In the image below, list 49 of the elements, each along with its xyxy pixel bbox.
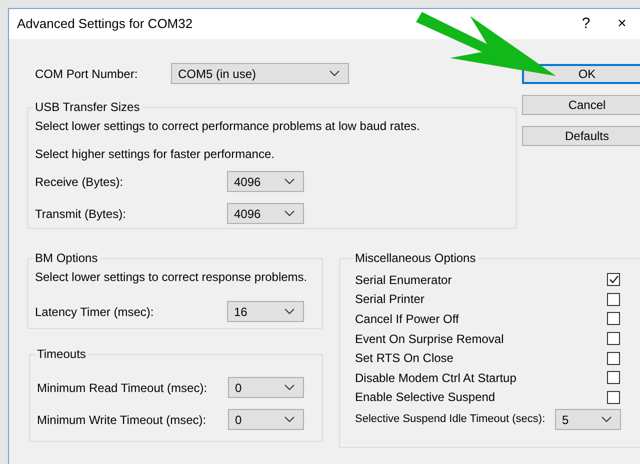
checkbox[interactable] [607, 292, 620, 306]
group-title: Timeouts [36, 346, 87, 363]
checkbox[interactable] [607, 371, 620, 384]
close-button[interactable]: × [604, 9, 640, 39]
help-button[interactable]: ? [568, 9, 604, 39]
field-label: Minimum Read Timeout (msec): [37, 380, 208, 396]
field-label: Minimum Write Timeout (msec): [37, 412, 208, 428]
group-title: Miscellaneous Options [354, 250, 477, 267]
field-label: COM Port Number: [34, 66, 139, 82]
checkbox[interactable] [607, 312, 620, 326]
dropdown[interactable]: 4096 [227, 203, 304, 224]
dropdown[interactable]: COM5 (in use) [171, 63, 349, 84]
field-label: Latency Timer (msec): [35, 304, 155, 320]
dialog-button[interactable]: Defaults [522, 126, 640, 146]
option-label: Event On Surprise Removal [355, 330, 505, 348]
help-text: Select lower settings to correct response problems. [35, 269, 308, 286]
help-text: Select higher settings for faster performance. [35, 146, 276, 161]
chevron-down-icon [284, 416, 295, 423]
field-label: Receive (Bytes): [35, 174, 124, 190]
option-label: Enable Selective Suspend [355, 389, 496, 406]
field-label: Transmit (Bytes): [35, 206, 127, 222]
group-title: USB Transfer Sizes [34, 99, 141, 116]
chevron-down-icon [284, 210, 295, 217]
checkbox[interactable] [607, 273, 620, 286]
group-title: BM Options [34, 250, 99, 267]
dropdown[interactable]: 0 [228, 409, 304, 430]
chevron-down-icon [601, 416, 612, 424]
check-icon [608, 275, 618, 284]
dialog-button[interactable]: OK [522, 64, 640, 84]
dropdown[interactable]: 5 [555, 409, 621, 430]
dialog-button[interactable]: Cancel [522, 95, 640, 115]
dropdown[interactable]: 0 [228, 377, 304, 398]
option-label: Disable Modem Ctrl At Startup [355, 370, 518, 387]
option-label: Set RTS On Close [355, 350, 454, 368]
checkbox[interactable] [607, 352, 620, 365]
chevron-down-icon [329, 70, 340, 77]
help-text: Select lower settings to correct performance problems at low baud rates. [35, 118, 421, 133]
option-label: Serial Printer [355, 291, 426, 308]
dropdown[interactable]: 16 [227, 301, 304, 322]
option-label: Cancel If Power Off [355, 310, 460, 328]
dropdown[interactable]: 4096 [227, 171, 304, 192]
checkbox[interactable] [607, 390, 620, 404]
window-title: Advanced Settings for COM32 [17, 15, 193, 34]
checkbox[interactable] [607, 332, 620, 346]
option-label: Serial Enumerator [355, 272, 453, 289]
chevron-down-icon [284, 178, 295, 185]
chevron-down-icon [284, 384, 295, 391]
option-label: Selective Suspend Idle Timeout (secs): [355, 412, 546, 428]
chevron-down-icon [284, 308, 295, 315]
